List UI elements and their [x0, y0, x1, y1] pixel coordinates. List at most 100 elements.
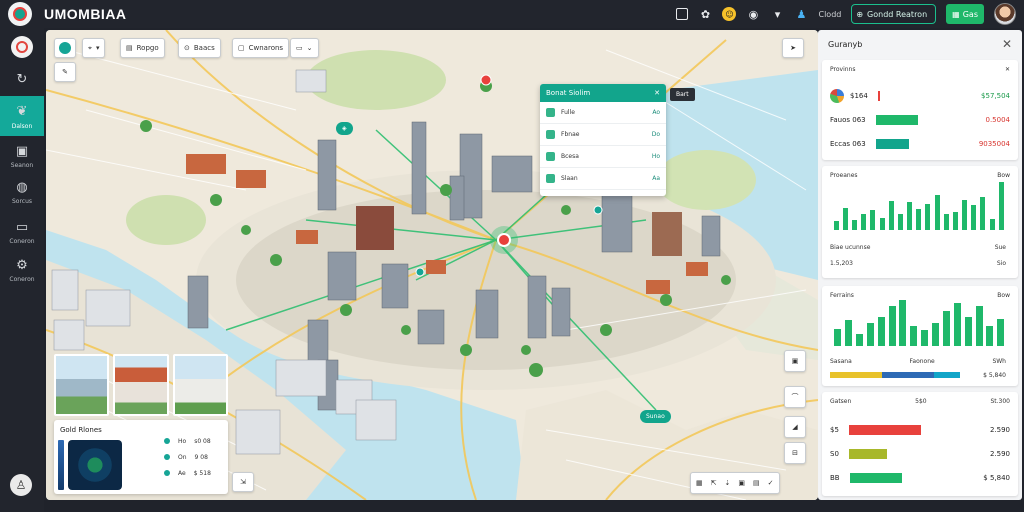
footer-label: 1.5,203 — [830, 260, 853, 267]
popup-row-label: Fulle — [561, 109, 575, 116]
list-item[interactable]: Fulle Ao — [540, 102, 666, 124]
location-popup[interactable]: Bonat Siolim ✕ Fulle Ao Fbnae Do Bcesa Ho S… — [540, 84, 666, 196]
sidebar-item-refresh[interactable]: ↻ — [0, 70, 44, 88]
puzzle-icon[interactable]: ✿ — [698, 7, 712, 21]
action-button[interactable]: ▦ Gas — [946, 4, 984, 24]
grid-icon[interactable]: ▦ — [696, 479, 703, 487]
share-icon[interactable]: ⇱ — [711, 479, 717, 487]
grid-icon: ▦ — [952, 9, 960, 19]
bar-mark — [878, 317, 885, 346]
robot-icon[interactable]: ♟ — [794, 7, 808, 21]
square-icon: ▣ — [791, 357, 799, 365]
close-icon[interactable]: ✕ — [1002, 37, 1012, 51]
metric-label: Fauos 063 — [830, 116, 866, 124]
fullscreen-button[interactable]: ⇲ — [232, 472, 254, 492]
top-bar: UMOMBIAA ✿ ☺ ◉ ▾ ♟ Clodd ⊕ Gondd Reatron… — [0, 0, 1024, 28]
print-button[interactable]: ⊟ — [784, 442, 806, 464]
view-button[interactable]: ▢ Cwnarons — [232, 38, 290, 58]
pin-icon — [546, 130, 555, 139]
bar-chart[interactable] — [832, 300, 1006, 346]
view-dropdown-button[interactable]: ▭ ⌄ — [290, 38, 319, 58]
expand-icon: ▭ — [296, 44, 303, 52]
close-icon[interactable]: ✕ — [1005, 66, 1010, 73]
user-avatar[interactable] — [994, 3, 1016, 25]
app-logo[interactable] — [8, 2, 32, 26]
list-row-value: $ 5,840 — [983, 474, 1010, 482]
sidebar-item-home[interactable] — [0, 36, 44, 58]
status-dot-icon — [164, 470, 170, 476]
map-marker-east[interactable]: Bart — [670, 88, 695, 101]
footer-label: Sasana — [830, 358, 852, 365]
layers-button[interactable]: ⊙ Baacs — [178, 38, 221, 58]
view-label: Cwnarons — [248, 44, 284, 52]
bar-mark — [916, 209, 921, 230]
top-right-controls: ✿ ☺ ◉ ▾ ♟ Clodd ⊕ Gondd Reatron ▦ Gas — [676, 0, 1016, 28]
sidebar-item-extra[interactable]: ⚙ Coneron — [0, 256, 44, 284]
map-marker-south[interactable]: Sunao — [640, 410, 671, 423]
table-icon[interactable]: ▤ — [753, 479, 760, 487]
sidebar-item-label: Seanon — [10, 162, 34, 169]
download-icon[interactable]: ⇣ — [725, 479, 731, 487]
close-icon[interactable]: ✕ — [654, 89, 660, 97]
compass-button[interactable]: ➤ — [782, 38, 804, 58]
save-icon[interactable]: ▣ — [738, 479, 745, 487]
route-icon: ⌒ — [791, 393, 799, 401]
city-map[interactable]: ⌖ ▾ ▤ Ropgo ⊙ Baacs ▢ Cwnarons ▭ ⌄ ✎ ➤ Bonat … — [46, 30, 818, 500]
smiley-icon[interactable]: ☺ — [722, 7, 737, 21]
list-row-bar — [849, 473, 902, 483]
metric-row[interactable]: Fauos 063 0.5004 — [830, 114, 1010, 126]
map-marker-label[interactable]: ◈ — [336, 122, 353, 135]
app-title: UMOMBIAA — [44, 6, 127, 22]
sidebar-item-label: Coneron — [9, 276, 35, 283]
popup-row-label: Bcesa — [561, 153, 579, 160]
sidebar-item-sorcus[interactable]: ◍ Sorcus — [0, 178, 44, 206]
list-item[interactable]: Fbnae Do — [540, 124, 666, 146]
bar-chart-card-2: Ferrains Bow Sasana Faonone SWh $ 5,840 — [822, 286, 1018, 386]
dots-icon[interactable]: ▾ — [770, 7, 784, 21]
window-icon[interactable] — [676, 8, 689, 20]
check-icon[interactable]: ✓ — [768, 479, 774, 487]
sidebar-item-seanon[interactable]: ▣ Seanon — [0, 142, 44, 170]
settings-icon: ⚙ — [16, 257, 28, 273]
map-home-button[interactable] — [54, 38, 76, 58]
list-card-title-right: St.300 — [990, 398, 1010, 405]
ruler-icon: ◢ — [792, 423, 798, 431]
compass-icon: ➤ — [790, 44, 796, 52]
filter-button[interactable]: ▤ Ropgo — [120, 38, 165, 58]
list-item[interactable]: Slaan Aa — [540, 168, 666, 190]
thumbnail-building-3[interactable] — [172, 354, 228, 416]
bar-chart-card-1: Proeanes Bow Biae ucunnse Sue 1.5,203 Si… — [822, 166, 1018, 278]
bar-mark — [843, 208, 848, 230]
thumbnail-building-1[interactable] — [54, 354, 110, 416]
leaf-icon: ❦ — [16, 104, 28, 119]
metric-row[interactable]: $164 $57,504 — [830, 89, 1010, 103]
bar-chart[interactable] — [832, 182, 1006, 230]
bar-mark — [932, 323, 939, 346]
map-pin-button[interactable]: ⌖ ▾ — [82, 38, 106, 58]
list-row[interactable]: $5 2.590 — [830, 424, 1010, 436]
bar-card-header: Ferrains Bow — [822, 286, 1018, 299]
list-row[interactable]: S0 2.590 — [830, 448, 1010, 460]
list-item[interactable]: Bcesa Ho — [540, 146, 666, 168]
sidebar-item-coneron[interactable]: ▭ Coneron — [0, 218, 44, 246]
metric-value: 0.5004 — [985, 116, 1011, 124]
pencil-icon: ✎ — [62, 68, 68, 76]
camera-icon[interactable]: ◉ — [746, 7, 760, 21]
bar-mark — [898, 214, 903, 230]
list-row-value: 2.590 — [989, 450, 1010, 458]
radar-title: Gold Rlones — [60, 426, 102, 434]
sidebar-item-dalson[interactable]: ❦ Dalson — [0, 96, 44, 136]
bar-mark — [889, 201, 894, 230]
zoom-button[interactable]: ▣ — [784, 350, 806, 372]
metric-row[interactable]: Eccas 063 9035004 — [830, 138, 1010, 150]
profile-icon[interactable]: ♙ — [10, 474, 32, 496]
route-button[interactable]: ⌒ — [784, 386, 806, 408]
search-icon: ⊕ — [856, 9, 864, 19]
thumbnail-building-2[interactable] — [113, 354, 169, 416]
search-pill[interactable]: ⊕ Gondd Reatron — [851, 4, 937, 24]
status-dot-icon — [164, 454, 170, 460]
radar-display[interactable] — [68, 440, 122, 490]
measure-button[interactable]: ◢ — [784, 416, 806, 438]
draw-button[interactable]: ✎ — [54, 62, 76, 82]
list-row[interactable]: BB $ 5,840 — [830, 472, 1010, 484]
